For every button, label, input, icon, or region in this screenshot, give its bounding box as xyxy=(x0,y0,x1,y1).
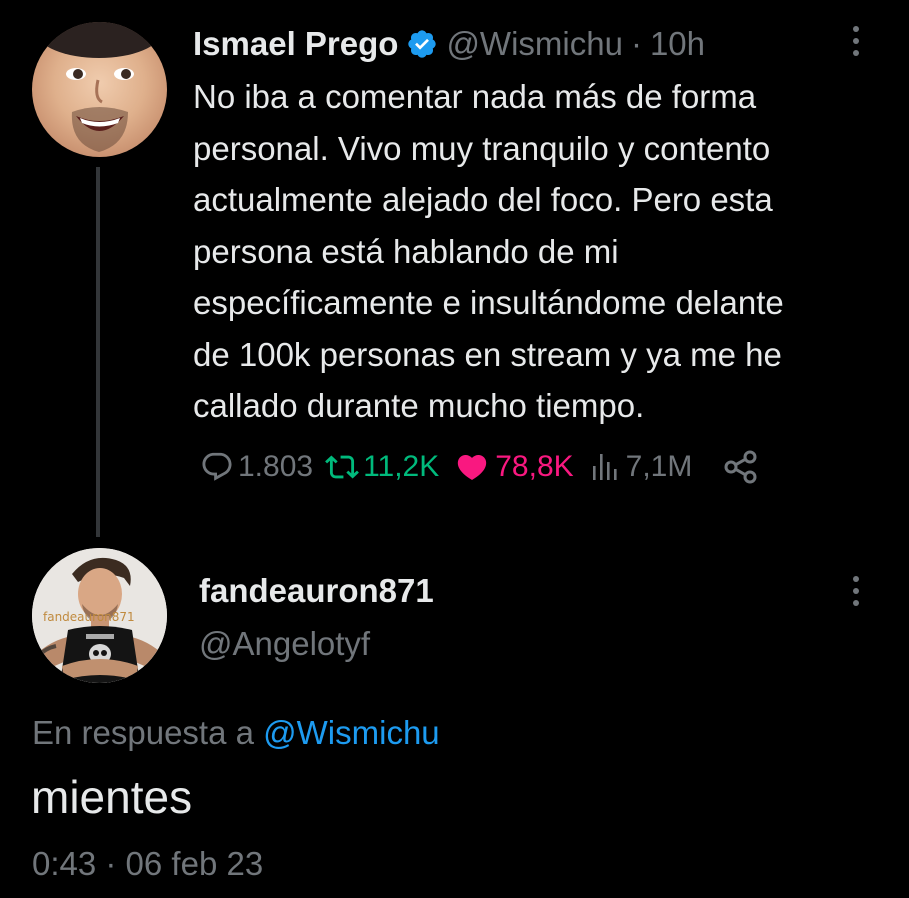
reply-text: mientes xyxy=(31,771,193,823)
retweet-button[interactable]: 11,2K xyxy=(325,447,455,487)
tweet-text-line: específicamente e insultándome delante xyxy=(193,284,784,321)
tweet-header: Ismael Prego @Wismichu · 10h xyxy=(193,24,705,64)
tweet-text-line: persona está hablando de mi xyxy=(193,232,619,270)
heart-icon xyxy=(458,454,487,480)
retweet-arrows-icon xyxy=(325,455,359,479)
views-count: 7,1M xyxy=(625,450,693,483)
avatar-caption: fandeauron871 xyxy=(43,610,135,624)
author-face-image xyxy=(37,22,161,152)
in-reply-to: En respuesta a @Wismichu xyxy=(32,714,440,752)
reply-author-avatar[interactable]: fandeauron871 xyxy=(32,548,167,683)
tweet-text-line: No iba a comentar nada más de forma xyxy=(193,78,757,115)
tweet-time-ago[interactable]: 10h xyxy=(650,24,705,64)
author-avatar[interactable] xyxy=(32,22,167,157)
share-button[interactable] xyxy=(722,448,760,486)
thread-connector-line xyxy=(96,167,100,537)
tweet-text-line: callado durante mucho tiempo. xyxy=(193,387,645,424)
author-handle[interactable]: @Wismichu xyxy=(446,24,623,64)
reply-more-options-icon[interactable] xyxy=(851,574,861,608)
author-display-name[interactable]: Ismael Prego xyxy=(193,24,398,64)
reply-author-photo: fandeauron871 xyxy=(32,548,167,683)
views-button[interactable]: 7,1M xyxy=(592,447,723,487)
tweet-actions-bar: 1.803 11,2K 78,8K 7,1M xyxy=(200,447,760,487)
header-separator: · xyxy=(630,25,642,62)
more-options-icon[interactable] xyxy=(851,24,861,58)
reply-author-handle[interactable]: @Angelotyf xyxy=(199,625,370,663)
share-icon xyxy=(724,450,757,484)
retweet-count: 11,2K xyxy=(363,450,440,483)
in-reply-to-label: En respuesta a xyxy=(32,714,254,751)
tweet-text-line: actualmente alejado del foco. Pero esta xyxy=(193,181,773,218)
tweet-text: No iba a comentar nada más de forma pers… xyxy=(193,71,893,432)
verified-badge-icon xyxy=(406,28,438,60)
reply-author-username[interactable]: fandeauron871 xyxy=(199,572,434,610)
tweet-text-line: de 100k personas en stream y ya me he xyxy=(193,335,782,373)
in-reply-to-mention-link[interactable]: @Wismichu xyxy=(263,714,440,751)
views-bars-icon xyxy=(592,454,617,480)
reply-count: 1.803 xyxy=(238,450,314,483)
reply-timestamp[interactable]: 0:43 · 06 feb 23 xyxy=(32,845,263,883)
reply-button[interactable]: 1.803 xyxy=(200,447,325,487)
like-count: 78,8K xyxy=(495,450,574,483)
like-button[interactable]: 78,8K xyxy=(455,447,591,487)
tweet-text-line: personal. Vivo muy tranquilo y contento xyxy=(193,129,771,167)
reply-bubble-icon xyxy=(202,452,232,481)
